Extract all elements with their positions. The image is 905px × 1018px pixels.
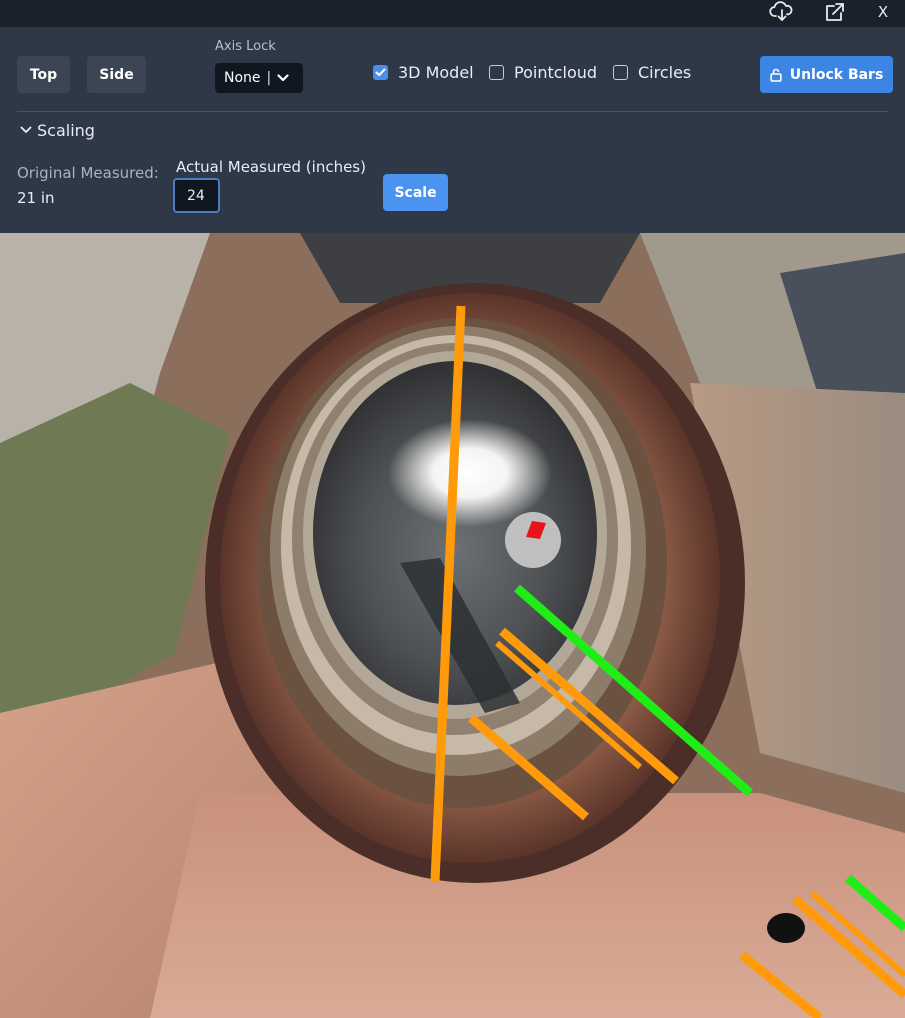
toggle-3d-model-label: 3D Model bbox=[398, 62, 474, 82]
cloud-download-icon[interactable] bbox=[768, 0, 796, 24]
model-canvas[interactable] bbox=[0, 233, 905, 1018]
toggle-circles[interactable]: Circles bbox=[613, 62, 691, 82]
toggle-3d-model[interactable]: 3D Model bbox=[373, 62, 474, 82]
axis-lock-separator: | bbox=[266, 70, 272, 86]
toggle-circles-label: Circles bbox=[638, 62, 692, 82]
axis-lock-label: Axis Lock bbox=[215, 39, 276, 54]
panel-divider bbox=[17, 111, 888, 112]
dark-spot bbox=[767, 913, 805, 943]
actual-measured-label: Actual Measured (inches) bbox=[176, 158, 366, 176]
original-measured-value: 21 in bbox=[17, 189, 55, 207]
scaling-title: Scaling bbox=[37, 120, 95, 140]
original-measured-label: Original Measured: bbox=[17, 164, 159, 182]
close-button[interactable]: X bbox=[869, 0, 897, 24]
checkbox-unchecked-icon[interactable] bbox=[613, 64, 628, 80]
axis-lock-select[interactable]: None | bbox=[215, 63, 303, 93]
top-view-button[interactable]: Top bbox=[17, 56, 70, 93]
control-panel: Top Side Axis Lock None | 3D Model Point… bbox=[0, 27, 905, 233]
external-link-icon[interactable] bbox=[820, 0, 848, 24]
close-label: X bbox=[877, 3, 889, 21]
scaling-section-toggle[interactable]: Scaling bbox=[20, 119, 95, 141]
axis-lock-value: None bbox=[224, 70, 261, 86]
side-view-button[interactable]: Side bbox=[87, 56, 146, 93]
side-view-label: Side bbox=[99, 66, 134, 83]
scale-button-label: Scale bbox=[394, 184, 437, 201]
toggle-pointcloud-label: Pointcloud bbox=[514, 62, 598, 82]
unlock-bars-button[interactable]: Unlock Bars bbox=[760, 56, 893, 93]
app-window: X Top Side Axis Lock None | 3D Model Poi… bbox=[0, 0, 905, 1018]
lock-icon bbox=[770, 68, 782, 82]
model-viewport[interactable] bbox=[0, 233, 905, 1018]
checkbox-unchecked-icon[interactable] bbox=[489, 64, 504, 80]
actual-measured-input[interactable] bbox=[173, 178, 220, 213]
light-reflection bbox=[388, 419, 552, 527]
chevron-down-icon bbox=[277, 70, 289, 86]
top-view-label: Top bbox=[29, 66, 58, 83]
camera-marker[interactable] bbox=[505, 512, 561, 568]
toggle-pointcloud[interactable]: Pointcloud bbox=[489, 62, 597, 82]
scale-button[interactable]: Scale bbox=[383, 174, 448, 211]
chevron-down-icon bbox=[20, 126, 32, 134]
checkbox-checked-icon[interactable] bbox=[373, 64, 388, 80]
unlock-bars-label: Unlock Bars bbox=[789, 66, 884, 83]
title-bar: X bbox=[0, 0, 905, 27]
